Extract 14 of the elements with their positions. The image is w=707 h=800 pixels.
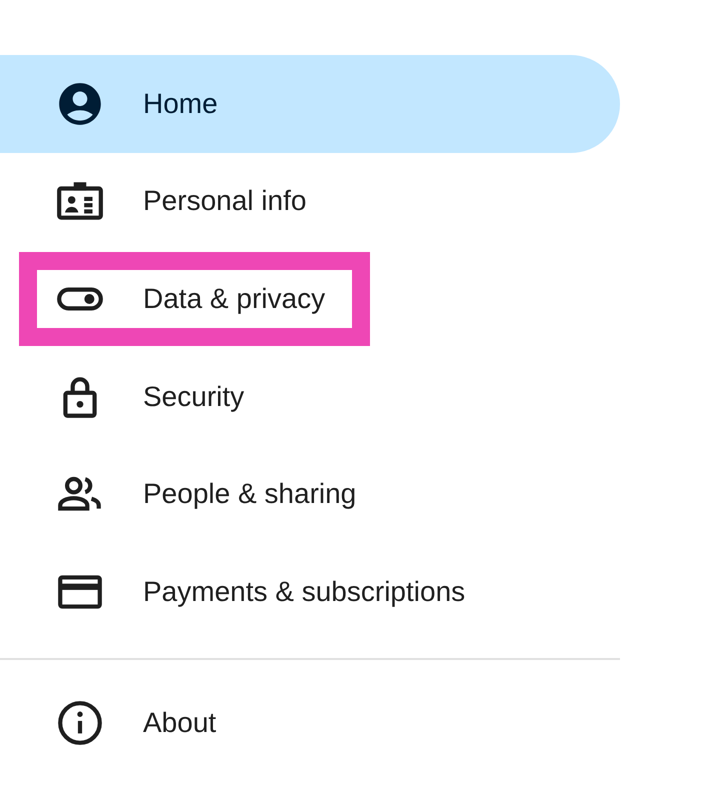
nav-label: Payments & subscriptions — [143, 576, 466, 608]
nav-item[interactable]: Payments & subscriptions — [0, 542, 620, 641]
nav-label: People & sharing — [143, 478, 356, 510]
nav-label: Personal info — [143, 185, 306, 218]
nav-label: About — [143, 707, 216, 740]
nav-item[interactable]: People & sharing — [0, 445, 620, 543]
nav-item[interactable]: Security — [0, 348, 620, 446]
nav-item[interactable]: Personal info — [0, 152, 620, 250]
nav-label: Data & privacy — [143, 282, 326, 315]
nav-label: Home — [143, 88, 218, 120]
nav-label: Security — [143, 380, 244, 413]
nav-item[interactable]: Home — [0, 55, 620, 153]
nav-item[interactable]: About — [0, 674, 620, 772]
nav-item[interactable]: Data & privacy — [0, 250, 620, 348]
